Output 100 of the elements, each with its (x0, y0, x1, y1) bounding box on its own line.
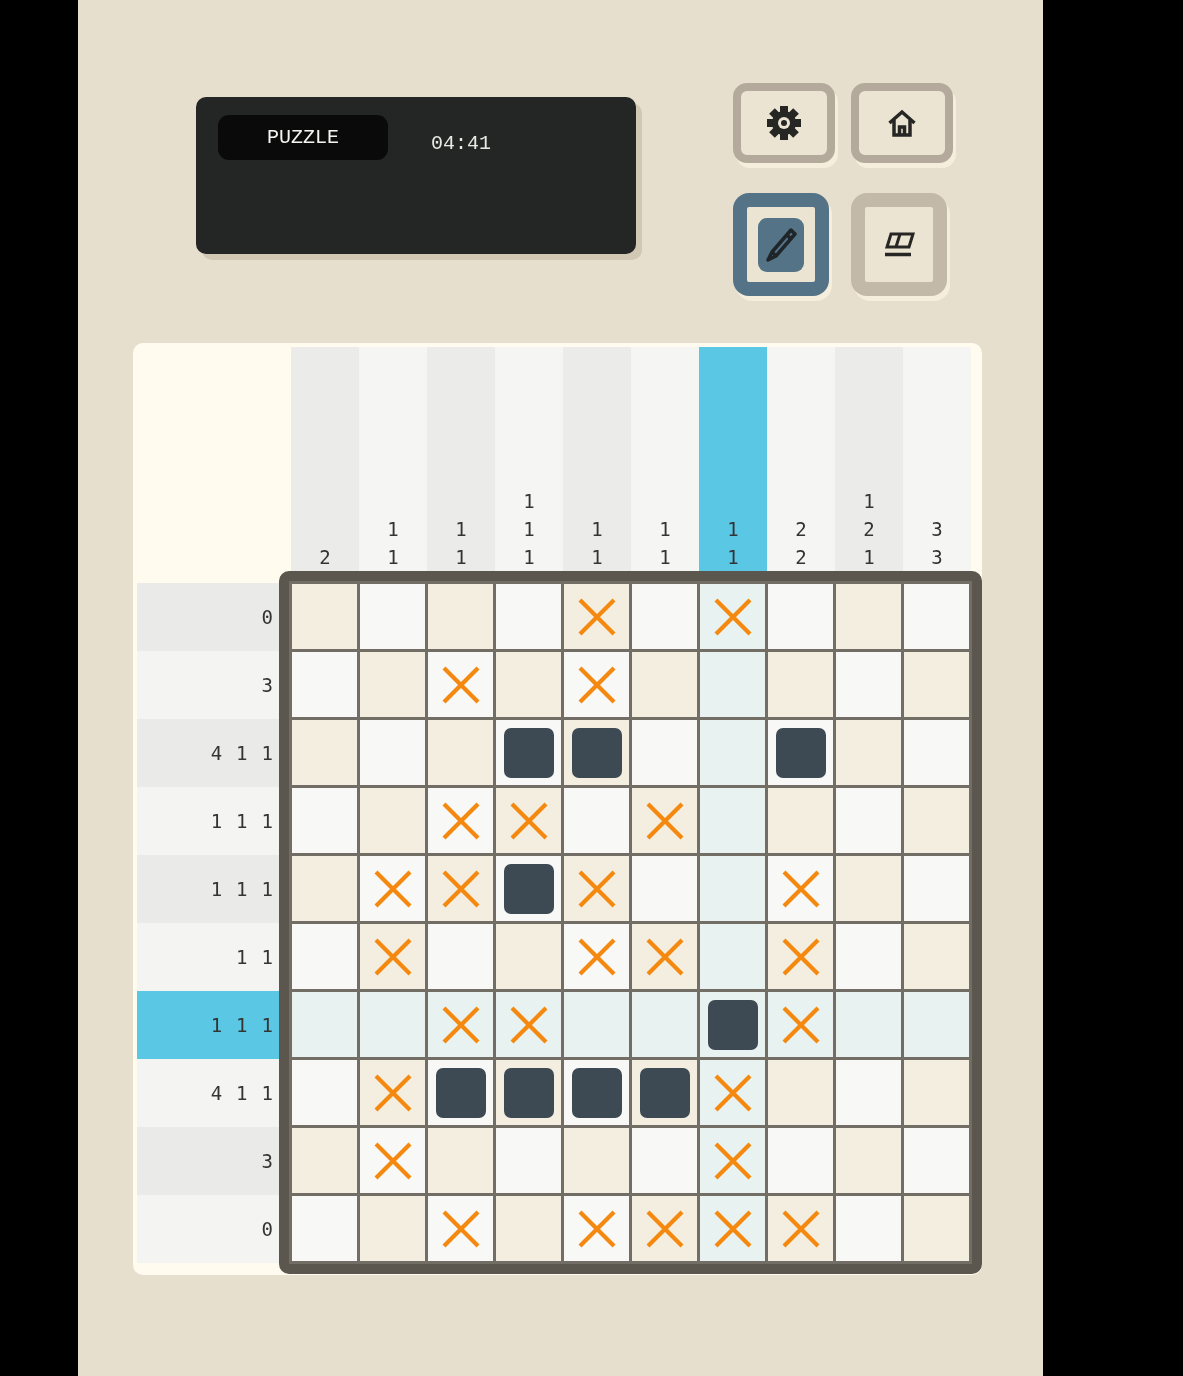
grid-cell[interactable] (904, 1128, 969, 1193)
grid-cell[interactable] (904, 1060, 969, 1125)
grid-cell[interactable] (768, 1060, 833, 1125)
grid-cell[interactable] (496, 720, 561, 785)
grid-cell[interactable] (632, 1060, 697, 1125)
grid-cell[interactable] (836, 856, 901, 921)
grid-cell[interactable] (836, 1060, 901, 1125)
grid-cell[interactable] (768, 856, 833, 921)
grid-cell[interactable] (700, 1128, 765, 1193)
grid-cell[interactable] (632, 924, 697, 989)
grid-cell[interactable] (632, 720, 697, 785)
grid-cell[interactable] (700, 788, 765, 853)
grid-cell[interactable] (904, 1196, 969, 1261)
grid-cell[interactable] (632, 584, 697, 649)
grid-cell[interactable] (292, 1128, 357, 1193)
grid-cell[interactable] (836, 788, 901, 853)
grid-cell[interactable] (632, 652, 697, 717)
grid-cell[interactable] (700, 992, 765, 1057)
grid-cell[interactable] (836, 992, 901, 1057)
grid-cell[interactable] (768, 1128, 833, 1193)
grid-cell[interactable] (904, 720, 969, 785)
grid-cell[interactable] (564, 720, 629, 785)
grid-cell[interactable] (496, 652, 561, 717)
grid-cell[interactable] (496, 924, 561, 989)
grid-cell[interactable] (292, 856, 357, 921)
grid-cell[interactable] (360, 924, 425, 989)
grid-cell[interactable] (292, 720, 357, 785)
grid-cell[interactable] (904, 856, 969, 921)
grid-cell[interactable] (360, 584, 425, 649)
grid-cell[interactable] (292, 992, 357, 1057)
grid-cell[interactable] (428, 1196, 493, 1261)
grid-cell[interactable] (360, 720, 425, 785)
grid-cell[interactable] (428, 720, 493, 785)
grid-cell[interactable] (700, 1060, 765, 1125)
grid-cell[interactable] (292, 924, 357, 989)
grid-cell[interactable] (360, 788, 425, 853)
grid-cell[interactable] (292, 584, 357, 649)
grid-cell[interactable] (904, 584, 969, 649)
grid-cell[interactable] (768, 788, 833, 853)
grid-cell[interactable] (428, 924, 493, 989)
grid-cell[interactable] (836, 1196, 901, 1261)
grid-cell[interactable] (632, 788, 697, 853)
grid-cell[interactable] (564, 584, 629, 649)
grid-cell[interactable] (360, 856, 425, 921)
grid-cell[interactable] (836, 720, 901, 785)
grid-cell[interactable] (564, 788, 629, 853)
grid-cell[interactable] (700, 584, 765, 649)
grid-cell[interactable] (360, 1060, 425, 1125)
grid-cell[interactable] (768, 992, 833, 1057)
grid-cell[interactable] (428, 788, 493, 853)
grid-cell[interactable] (496, 992, 561, 1057)
grid-cell[interactable] (632, 1128, 697, 1193)
grid-cell[interactable] (428, 652, 493, 717)
grid-cell[interactable] (360, 992, 425, 1057)
grid-cell[interactable] (360, 1196, 425, 1261)
grid-cell[interactable] (836, 1128, 901, 1193)
grid-cell[interactable] (700, 1196, 765, 1261)
grid-cell[interactable] (700, 720, 765, 785)
grid-cell[interactable] (428, 856, 493, 921)
grid-cell[interactable] (836, 584, 901, 649)
grid-cell[interactable] (632, 856, 697, 921)
grid-cell[interactable] (632, 992, 697, 1057)
grid-cell[interactable] (768, 1196, 833, 1261)
grid-cell[interactable] (836, 652, 901, 717)
grid-cell[interactable] (292, 1060, 357, 1125)
grid-cell[interactable] (360, 1128, 425, 1193)
grid-cell[interactable] (564, 1128, 629, 1193)
grid-cell[interactable] (292, 788, 357, 853)
grid-cell[interactable] (904, 924, 969, 989)
grid-cell[interactable] (496, 856, 561, 921)
grid-cell[interactable] (360, 652, 425, 717)
grid-cell[interactable] (428, 1060, 493, 1125)
grid-cell[interactable] (292, 652, 357, 717)
grid-cell[interactable] (496, 584, 561, 649)
grid-cell[interactable] (836, 924, 901, 989)
grid-cell[interactable] (768, 584, 833, 649)
grid-cell[interactable] (496, 1060, 561, 1125)
grid-cell[interactable] (496, 1196, 561, 1261)
grid-cell[interactable] (904, 652, 969, 717)
grid-cell[interactable] (700, 924, 765, 989)
grid-cell[interactable] (428, 1128, 493, 1193)
grid-cell[interactable] (904, 992, 969, 1057)
grid-cell[interactable] (768, 924, 833, 989)
grid-cell[interactable] (768, 652, 833, 717)
grid-cell[interactable] (496, 788, 561, 853)
grid-cell[interactable] (292, 1196, 357, 1261)
grid-cell[interactable] (428, 584, 493, 649)
grid-cell[interactable] (768, 720, 833, 785)
grid-cell[interactable] (700, 652, 765, 717)
grid-cell[interactable] (564, 992, 629, 1057)
grid-cell[interactable] (496, 1128, 561, 1193)
grid-cell[interactable] (564, 1196, 629, 1261)
grid-cell[interactable] (904, 788, 969, 853)
grid-cell[interactable] (564, 652, 629, 717)
grid-cell[interactable] (632, 1196, 697, 1261)
grid-cell[interactable] (564, 1060, 629, 1125)
grid-cell[interactable] (564, 856, 629, 921)
grid-cell[interactable] (428, 992, 493, 1057)
grid-cell[interactable] (564, 924, 629, 989)
grid-cell[interactable] (700, 856, 765, 921)
